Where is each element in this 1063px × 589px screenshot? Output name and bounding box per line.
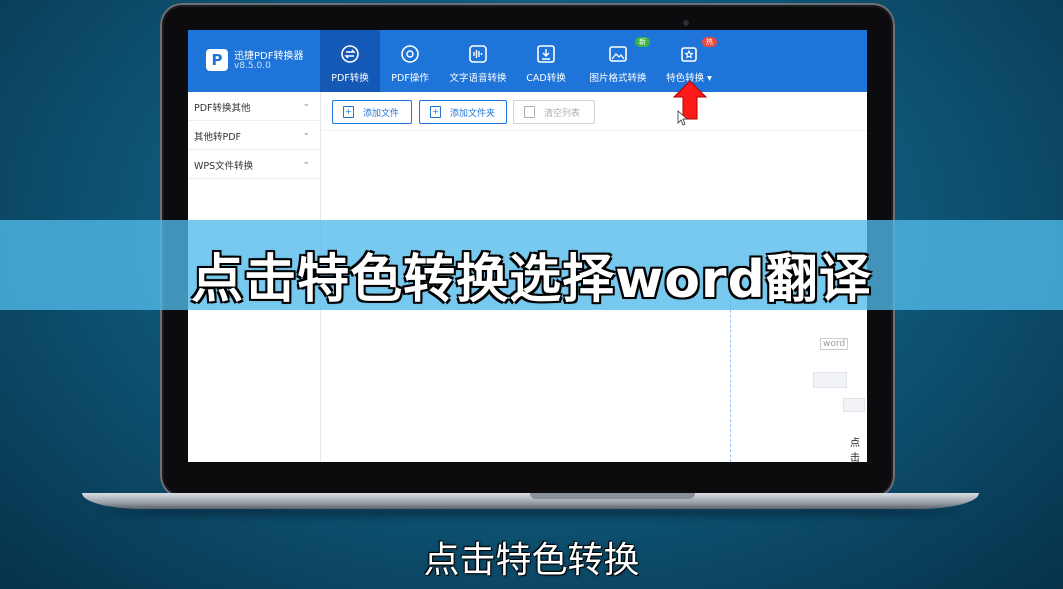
sidebar-item-other-to-pdf[interactable]: 其他转PDF ⌄ xyxy=(188,121,320,150)
add-folder-label: 添加文件夹 xyxy=(450,109,496,119)
convert-icon xyxy=(341,45,359,63)
image-icon xyxy=(609,46,627,62)
clear-list-button[interactable]: 清空列表 xyxy=(513,100,595,124)
cad-download-icon xyxy=(537,45,555,63)
add-folder-button[interactable]: + 添加文件夹 xyxy=(419,100,507,124)
video-subtitle: 点击特色转换 xyxy=(423,540,640,581)
sidebar-item-label: WPS文件转换 xyxy=(194,161,254,172)
tab-label: PDF操作 xyxy=(391,73,429,84)
trash-icon xyxy=(524,106,535,118)
chevron-down-icon: ⌄ xyxy=(302,128,310,138)
tab-cad-convert[interactable]: CAD转换 xyxy=(518,30,574,92)
toolbar-divider xyxy=(321,130,867,131)
sidebar-item-label: 其他转PDF xyxy=(194,132,242,143)
tab-pdf-convert[interactable]: PDF转换 xyxy=(320,30,380,92)
app-logo-icon: P xyxy=(206,49,228,71)
click-text-fragment: 点击 xyxy=(850,438,860,462)
gear-icon xyxy=(401,45,419,63)
app-name: 迅捷PDF转换器 xyxy=(234,51,304,62)
sidebar-item-pdf-to-other[interactable]: PDF转换其他 ⌄ xyxy=(188,92,320,121)
tab-text-speech[interactable]: 文字语音转换 xyxy=(442,30,514,92)
laptop-notch xyxy=(530,493,695,499)
caption-banner-text: 点击特色转换选择word翻译 xyxy=(191,250,872,310)
hot-badge: 热 xyxy=(702,37,717,47)
audio-wave-icon xyxy=(469,45,487,63)
caption-banner: 点击特色转换选择word翻译 xyxy=(0,220,1063,310)
app-version: v8.5.0.0 xyxy=(234,61,271,71)
tab-pdf-operate[interactable]: PDF操作 xyxy=(382,30,438,92)
star-box-icon xyxy=(681,47,697,62)
tab-label: 图片格式转换 xyxy=(589,73,647,84)
faint-element xyxy=(813,372,847,388)
tab-label: PDF转换 xyxy=(331,73,369,84)
chevron-down-icon: ⌄ xyxy=(302,99,310,109)
add-file-icon: + xyxy=(343,106,354,118)
chevron-down-icon: ⌄ xyxy=(302,157,310,167)
laptop-base xyxy=(82,493,979,509)
tab-label: 文字语音转换 xyxy=(449,73,507,84)
mouse-cursor-icon xyxy=(677,110,687,126)
word-tag: word xyxy=(820,338,849,350)
add-file-button[interactable]: + 添加文件 xyxy=(332,100,412,124)
new-badge: 新 xyxy=(635,37,650,47)
webcam xyxy=(683,20,689,26)
sidebar-item-wps-convert[interactable]: WPS文件转换 ⌄ xyxy=(188,150,320,179)
clear-list-label: 清空列表 xyxy=(544,109,581,119)
sidebar-item-label: PDF转换其他 xyxy=(194,103,251,114)
app-header: P 迅捷PDF转换器 v8.5.0.0 PDF转换 PDF操作 文字语音转换 C… xyxy=(188,30,867,92)
add-file-label: 添加文件 xyxy=(363,109,400,119)
tab-label: CAD转换 xyxy=(526,73,566,84)
add-folder-icon: + xyxy=(430,106,441,118)
faint-element xyxy=(843,398,865,412)
